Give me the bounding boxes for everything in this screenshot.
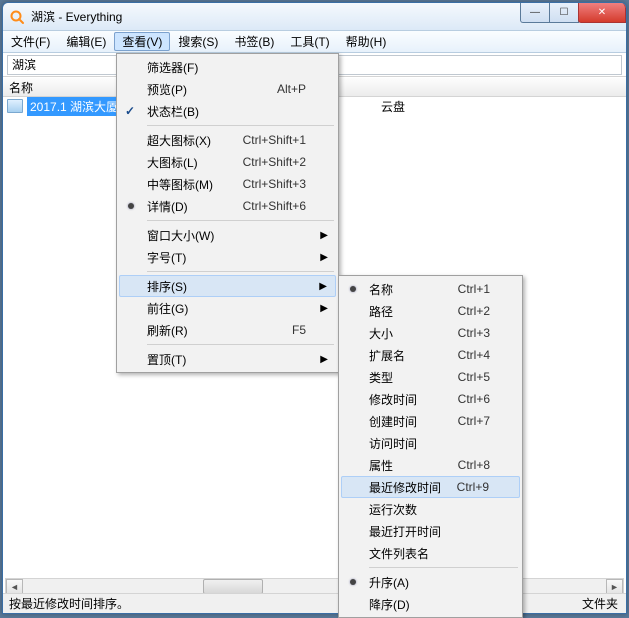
menu-item-filter[interactable]: 筛选器(F) xyxy=(119,56,336,78)
result-path: 云盘 xyxy=(381,98,405,115)
menu-separator xyxy=(147,220,334,221)
menu-search[interactable]: 搜索(S) xyxy=(170,31,226,52)
app-window: 湖滨 - Everything — ☐ ✕ 文件(F) 编辑(E) 查看(V) … xyxy=(2,2,627,614)
status-right: 文件夹 xyxy=(582,595,618,612)
menu-separator xyxy=(147,271,334,272)
sort-type[interactable]: 类型Ctrl+5 xyxy=(341,366,520,388)
sort-filelistname[interactable]: 文件列表名 xyxy=(341,542,520,564)
menu-tools[interactable]: 工具(T) xyxy=(282,31,337,52)
chevron-right-icon: ▶ xyxy=(320,252,328,263)
menu-help[interactable]: 帮助(H) xyxy=(338,31,395,52)
statusbar: 按最近修改时间排序。 文件夹 xyxy=(3,593,626,613)
chevron-right-icon: ▶ xyxy=(319,281,327,292)
menu-bookmarks[interactable]: 书签(B) xyxy=(226,31,282,52)
check-icon: ✓ xyxy=(125,104,135,118)
sort-recent-mod[interactable]: 最近修改时间Ctrl+9 xyxy=(341,476,520,498)
menu-item-goto[interactable]: 前往(G)▶ xyxy=(119,297,336,319)
menu-separator xyxy=(369,567,518,568)
sort-desc[interactable]: 降序(D) xyxy=(341,593,520,615)
menu-separator xyxy=(147,344,334,345)
window-title: 湖滨 - Everything xyxy=(31,8,122,25)
sort-name[interactable]: 名称Ctrl+1 xyxy=(341,278,520,300)
scroll-right-arrow[interactable]: ► xyxy=(606,579,623,594)
column-name[interactable]: 名称 xyxy=(9,79,33,96)
menubar: 文件(F) 编辑(E) 查看(V) 搜索(S) 书签(B) 工具(T) 帮助(H… xyxy=(3,31,626,53)
menu-item-statusbar[interactable]: ✓状态栏(B) xyxy=(119,100,336,122)
app-icon xyxy=(9,9,25,25)
sort-recent-open[interactable]: 最近打开时间 xyxy=(341,520,520,542)
sort-attrs[interactable]: 属性Ctrl+8 xyxy=(341,454,520,476)
menu-item-m-icons[interactable]: 中等图标(M)Ctrl+Shift+3 xyxy=(119,173,336,195)
menu-item-refresh[interactable]: 刷新(R)F5 xyxy=(119,319,336,341)
menu-edit[interactable]: 编辑(E) xyxy=(58,31,114,52)
scroll-left-arrow[interactable]: ◄ xyxy=(6,579,23,594)
menu-item-window-size[interactable]: 窗口大小(W)▶ xyxy=(119,224,336,246)
menu-item-font-size[interactable]: 字号(T)▶ xyxy=(119,246,336,268)
menu-item-details[interactable]: 详情(D)Ctrl+Shift+6 xyxy=(119,195,336,217)
bullet-icon xyxy=(350,286,356,292)
menu-separator xyxy=(147,125,334,126)
bullet-icon xyxy=(128,203,134,209)
menu-item-sort[interactable]: 排序(S)▶ xyxy=(119,275,336,297)
sort-createtime[interactable]: 创建时间Ctrl+7 xyxy=(341,410,520,432)
sort-runcount[interactable]: 运行次数 xyxy=(341,498,520,520)
sort-size[interactable]: 大小Ctrl+3 xyxy=(341,322,520,344)
menu-view[interactable]: 查看(V) xyxy=(114,32,170,51)
menu-item-ontop[interactable]: 置顶(T)▶ xyxy=(119,348,336,370)
sort-modtime[interactable]: 修改时间Ctrl+6 xyxy=(341,388,520,410)
menu-item-l-icons[interactable]: 大图标(L)Ctrl+Shift+2 xyxy=(119,151,336,173)
menu-file[interactable]: 文件(F) xyxy=(3,31,58,52)
folder-icon xyxy=(7,99,23,113)
view-dropdown: 筛选器(F) 预览(P)Alt+P ✓状态栏(B) 超大图标(X)Ctrl+Sh… xyxy=(116,53,339,373)
menu-item-preview[interactable]: 预览(P)Alt+P xyxy=(119,78,336,100)
minimize-button[interactable]: — xyxy=(520,3,550,23)
sort-path[interactable]: 路径Ctrl+2 xyxy=(341,300,520,322)
result-name: 2017.1 湖滨大厦 xyxy=(27,97,121,116)
sort-ext[interactable]: 扩展名Ctrl+4 xyxy=(341,344,520,366)
maximize-button[interactable]: ☐ xyxy=(549,3,579,23)
menu-item-xl-icons[interactable]: 超大图标(X)Ctrl+Shift+1 xyxy=(119,129,336,151)
chevron-right-icon: ▶ xyxy=(320,303,328,314)
sort-asc[interactable]: 升序(A) xyxy=(341,571,520,593)
chevron-right-icon: ▶ xyxy=(320,354,328,365)
window-controls: — ☐ ✕ xyxy=(521,3,626,23)
bullet-icon xyxy=(350,579,356,585)
sort-accesstime[interactable]: 访问时间 xyxy=(341,432,520,454)
chevron-right-icon: ▶ xyxy=(320,230,328,241)
titlebar[interactable]: 湖滨 - Everything — ☐ ✕ xyxy=(3,3,626,31)
status-text: 按最近修改时间排序。 xyxy=(9,595,129,612)
scroll-thumb[interactable] xyxy=(203,579,263,594)
close-button[interactable]: ✕ xyxy=(578,3,626,23)
sort-submenu: 名称Ctrl+1 路径Ctrl+2 大小Ctrl+3 扩展名Ctrl+4 类型C… xyxy=(338,275,523,618)
